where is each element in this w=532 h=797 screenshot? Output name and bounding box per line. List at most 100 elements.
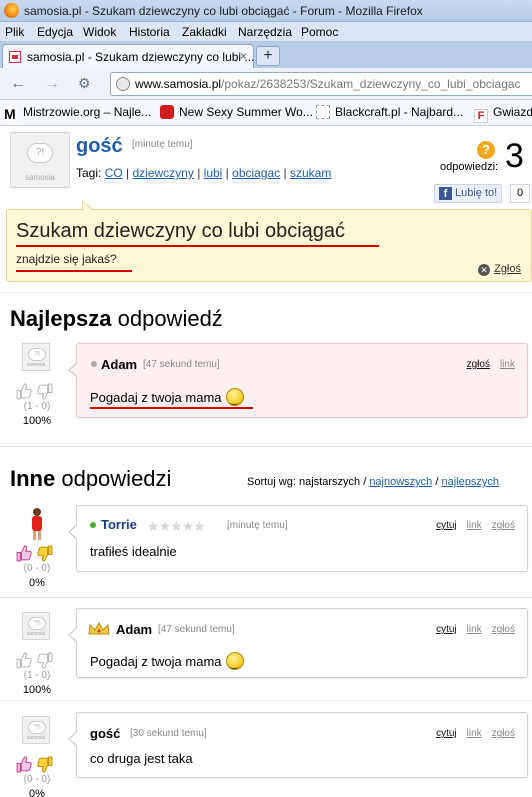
answer-author[interactable]: Adam — [116, 622, 152, 637]
divider — [0, 446, 532, 447]
vote-percent: 100% — [22, 415, 52, 427]
tag-link[interactable]: CO — [105, 166, 123, 180]
menu-widok[interactable]: Widok — [83, 25, 116, 39]
back-arrow-icon[interactable]: ← — [10, 75, 26, 93]
menu-zakladki[interactable]: Zakładki — [182, 25, 227, 39]
globe-icon — [116, 77, 130, 91]
speech-tail-inner — [70, 363, 78, 377]
menu-plik[interactable]: Plik — [5, 25, 24, 39]
window-titlebar: samosia.pl - Szukam dziewczyny co lubi o… — [0, 0, 532, 22]
avatar[interactable]: ?! samosia — [10, 132, 70, 188]
avatar[interactable]: ?! samosia — [22, 716, 50, 744]
bookmark-gwiazd[interactable]: F Gwiazd — [474, 105, 532, 123]
answer-time: [47 sekund temu] — [158, 624, 235, 635]
answer-time: [minutę temu] — [227, 520, 288, 531]
new-tab-button[interactable]: + — [256, 46, 280, 66]
answer-box: Adam [47 sekund temu] zgłoś link Pogadaj … — [68, 343, 528, 418]
sort-separator: / — [363, 476, 367, 488]
menu-narzedzia[interactable]: Narzędzia — [238, 25, 292, 39]
question-box: Szukam dziewczyny co lubi obciągać znajd… — [6, 200, 532, 282]
thumb-down-icon[interactable] — [37, 652, 54, 669]
smiley-icon — [225, 652, 244, 670]
menu-bar: Plik Edycja Widok Historia Zakładki Narz… — [0, 22, 532, 42]
spellcheck-underline — [90, 407, 253, 409]
tags-label: Tagi: — [76, 166, 102, 180]
tag-link[interactable]: lubi — [204, 166, 223, 180]
answers-count: 3 — [505, 137, 524, 175]
question-author[interactable]: gość — [76, 135, 123, 158]
thumb-up-icon[interactable] — [15, 383, 32, 400]
forward-arrow-icon[interactable]: → — [44, 75, 60, 93]
url-host: www.samosia.pl — [135, 77, 222, 91]
sort-best-link[interactable]: najlepszych — [441, 476, 498, 488]
quote-link[interactable]: cytuj — [436, 520, 457, 531]
avatar-brand: samosia — [26, 735, 46, 741]
thumb-down-icon[interactable] — [37, 756, 54, 773]
thumb-up-icon[interactable] — [15, 545, 32, 562]
tab-close-button[interactable]: × — [240, 49, 247, 63]
like-count: 0 — [510, 184, 530, 203]
report-question-link[interactable]: ✕ Zgłoś — [478, 263, 521, 276]
avatar[interactable]: ?! samosia — [22, 343, 50, 371]
avatar[interactable] — [26, 507, 48, 541]
answer-author[interactable]: Adam — [101, 357, 137, 372]
vote-percent: 0% — [29, 788, 45, 797]
menu-pomoc[interactable]: Pomoc — [301, 25, 338, 39]
heading-bold: Najlepsza — [10, 306, 112, 331]
youtube-icon — [160, 105, 174, 119]
permalink-link[interactable]: link — [500, 359, 515, 370]
url-path: /pokaz/2638253/Szukam_dziewczyny_co_lubi… — [221, 77, 521, 91]
report-link[interactable]: zgłoś — [492, 728, 515, 739]
bookmark-youtube[interactable]: New Sexy Summer Wo... — [160, 105, 313, 119]
avatar[interactable]: ?! samosia — [22, 612, 50, 640]
vote-score: (1 - 0) — [23, 670, 51, 681]
like-label: Lubię to! — [455, 187, 498, 199]
question-title: Szukam dziewczyny co lubi obciągać — [16, 220, 346, 242]
speech-tail-inner — [70, 628, 78, 642]
divider — [0, 597, 532, 598]
answer-author[interactable]: gość — [90, 726, 120, 741]
thumb-up-icon[interactable] — [15, 756, 32, 773]
thumb-down-icon[interactable] — [37, 383, 54, 400]
tag-link[interactable]: szukam — [290, 166, 331, 180]
other-answers-heading: Inne odpowiedzi — [10, 466, 171, 492]
tag-link[interactable]: dziewczyny — [133, 166, 194, 180]
tools-icon[interactable]: ⚙ — [78, 75, 91, 92]
tab-active[interactable]: samosia.pl - Szukam dziewczyny co lubi .… — [2, 44, 254, 68]
site-favicon-icon — [9, 51, 21, 63]
rating-stars-icon: ★★★★★ — [147, 518, 206, 534]
menu-edycja[interactable]: Edycja — [37, 25, 73, 39]
bookmark-label: Gwiazd — [493, 105, 532, 119]
quote-link[interactable]: cytuj — [436, 728, 457, 739]
report-link[interactable]: zgłoś — [492, 624, 515, 635]
answer-author[interactable]: Torrie — [101, 517, 137, 532]
offline-status-icon — [91, 361, 97, 367]
avatar-bubble-icon: ?! — [27, 143, 53, 163]
permalink-link[interactable]: link — [467, 728, 482, 739]
report-link[interactable]: zgłoś — [492, 520, 515, 531]
avatar-brand: samosia — [26, 631, 46, 637]
vote-score: (0 - 0) — [23, 774, 51, 785]
permalink-link[interactable]: link — [467, 624, 482, 635]
spellcheck-underline — [16, 270, 132, 272]
quote-link[interactable]: cytuj — [436, 624, 457, 635]
report-link[interactable]: zgłoś — [467, 359, 490, 370]
facebook-like-button[interactable]: f Lubię to! — [434, 184, 502, 203]
speech-tail-inner — [83, 202, 93, 211]
bookmark-mistrzowie[interactable]: M Mistrzowie.org – Najle... — [4, 105, 151, 121]
bookmark-blackcraft[interactable]: Blackcraft.pl - Najbard... — [316, 105, 463, 119]
answer-time: [47 sekund temu] — [143, 359, 220, 370]
speech-tail-inner — [70, 732, 78, 746]
thumb-up-icon[interactable] — [15, 652, 32, 669]
permalink-link[interactable]: link — [467, 520, 482, 531]
sort-newest-link[interactable]: najnowszych — [369, 476, 432, 488]
tag-link[interactable]: obciagac — [232, 166, 280, 180]
facebook-icon: f — [439, 187, 452, 200]
smiley-icon — [225, 388, 244, 406]
thumb-down-icon[interactable] — [37, 545, 54, 562]
url-bar[interactable]: www.samosia.pl/pokaz/2638253/Szukam_dzie… — [110, 72, 532, 96]
menu-historia[interactable]: Historia — [129, 25, 170, 39]
question-time: [minutę temu] — [132, 139, 193, 150]
report-label: Zgłoś — [494, 263, 521, 275]
answer-time: [30 sekund temu] — [130, 728, 207, 739]
